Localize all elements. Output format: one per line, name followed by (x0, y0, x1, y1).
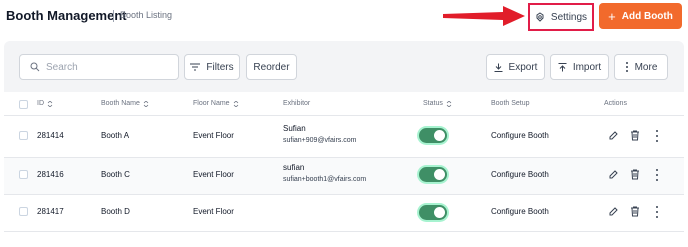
breadcrumb: Booth Listing (120, 10, 173, 20)
booth-id: 281416 (37, 170, 64, 179)
export-icon (494, 63, 503, 72)
status-toggle[interactable] (419, 205, 447, 220)
more-label: More (634, 61, 658, 73)
booth-name: Booth A (101, 131, 130, 140)
more-icon (625, 62, 629, 72)
edit-icon[interactable] (608, 169, 618, 180)
row-divider (4, 115, 684, 116)
column-header-status[interactable]: Status (423, 100, 452, 107)
import-icon (558, 62, 567, 71)
select-all-checkbox[interactable] (19, 100, 28, 109)
delete-icon[interactable] (630, 206, 640, 217)
row-more-icon[interactable] (655, 169, 659, 181)
floor-name: Event Floor (193, 131, 234, 140)
floor-name: Event Floor (193, 170, 234, 179)
page-title: Booth Management (6, 8, 127, 23)
import-button[interactable]: Import (550, 54, 609, 80)
delete-icon[interactable] (630, 130, 640, 141)
filter-icon (190, 63, 201, 71)
booth-name: Booth C (101, 170, 130, 179)
export-label: Export (508, 61, 538, 73)
add-booth-label: Add Booth (621, 10, 673, 22)
import-label: Import (572, 61, 602, 73)
annotation-arrow-icon (443, 6, 525, 26)
row-checkbox[interactable] (19, 207, 28, 216)
exhibitor-email: sufian+909@vfairs.com (283, 137, 357, 144)
edit-icon[interactable] (608, 206, 618, 217)
search-icon (30, 62, 40, 72)
floor-name: Event Floor (193, 207, 234, 216)
sort-icon (47, 100, 53, 107)
row-checkbox[interactable] (19, 170, 28, 179)
row-divider (4, 231, 684, 232)
configure-booth-link[interactable]: Configure Booth (491, 131, 549, 140)
row-checkbox[interactable] (19, 131, 28, 140)
booth-id: 281414 (37, 131, 64, 140)
sort-icon (446, 100, 452, 107)
more-button[interactable]: More (614, 54, 668, 80)
row-divider (4, 194, 684, 195)
search-input[interactable] (46, 61, 166, 73)
title-divider (113, 10, 114, 22)
sort-icon (233, 100, 238, 107)
exhibitor-name: Sufian (283, 124, 306, 133)
settings-button[interactable]: Settings (528, 3, 594, 31)
delete-icon[interactable] (630, 169, 640, 180)
column-header-actions: Actions (604, 100, 627, 107)
row-more-icon[interactable] (655, 130, 659, 142)
booth-id: 281417 (37, 207, 64, 216)
column-header-booth-setup: Booth Setup (491, 100, 530, 107)
booth-name: Booth D (101, 207, 130, 216)
configure-booth-link[interactable]: Configure Booth (491, 207, 549, 216)
column-header-booth-name[interactable]: Booth Name (101, 100, 149, 107)
add-booth-button[interactable]: + Add Booth (599, 3, 682, 29)
reorder-button[interactable]: Reorder (246, 54, 297, 80)
status-toggle[interactable] (419, 128, 447, 143)
export-button[interactable]: Export (486, 54, 545, 80)
plus-icon: + (608, 8, 616, 24)
exhibitor-name: sufian (283, 163, 305, 172)
column-header-floor-name[interactable]: Floor Name (193, 100, 239, 107)
settings-icon (536, 12, 544, 22)
row-more-icon[interactable] (655, 206, 659, 218)
status-toggle[interactable] (419, 167, 447, 182)
configure-booth-link[interactable]: Configure Booth (491, 170, 549, 179)
settings-label: Settings (550, 11, 588, 23)
column-header-exhibitor: Exhibitor (283, 100, 311, 107)
reorder-label: Reorder (253, 61, 290, 73)
edit-icon[interactable] (608, 130, 618, 141)
column-header-id[interactable]: ID (37, 100, 53, 107)
filters-button[interactable]: Filters (184, 54, 240, 80)
exhibitor-email: sufian+booth1@vfairs.com (283, 176, 367, 183)
search-box[interactable] (19, 54, 179, 80)
filters-label: Filters (206, 61, 234, 73)
sort-icon (143, 100, 149, 107)
